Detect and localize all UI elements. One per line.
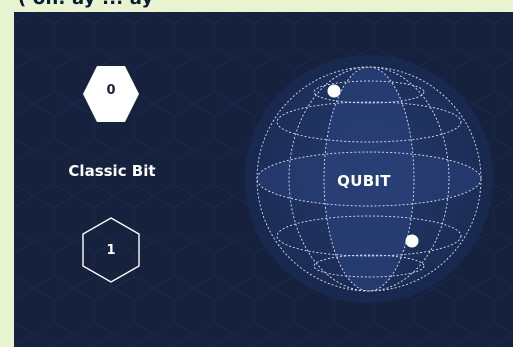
- qubit-state-point-top: [327, 84, 341, 98]
- qubit-label: QUBIT: [337, 172, 391, 190]
- cropped-title-text: ( on. ay ... ay: [18, 0, 153, 9]
- classic-bit-label: Classic Bit: [68, 162, 156, 180]
- diagram-panel: 0 1 Classic Bit QUBIT: [14, 12, 513, 347]
- qubit-state-point-bottom: [405, 234, 419, 248]
- diagram-frame: ( on. ay ... ay: [0, 0, 513, 347]
- state-one-label: 1: [106, 243, 116, 258]
- state-zero-label: 0: [106, 83, 116, 98]
